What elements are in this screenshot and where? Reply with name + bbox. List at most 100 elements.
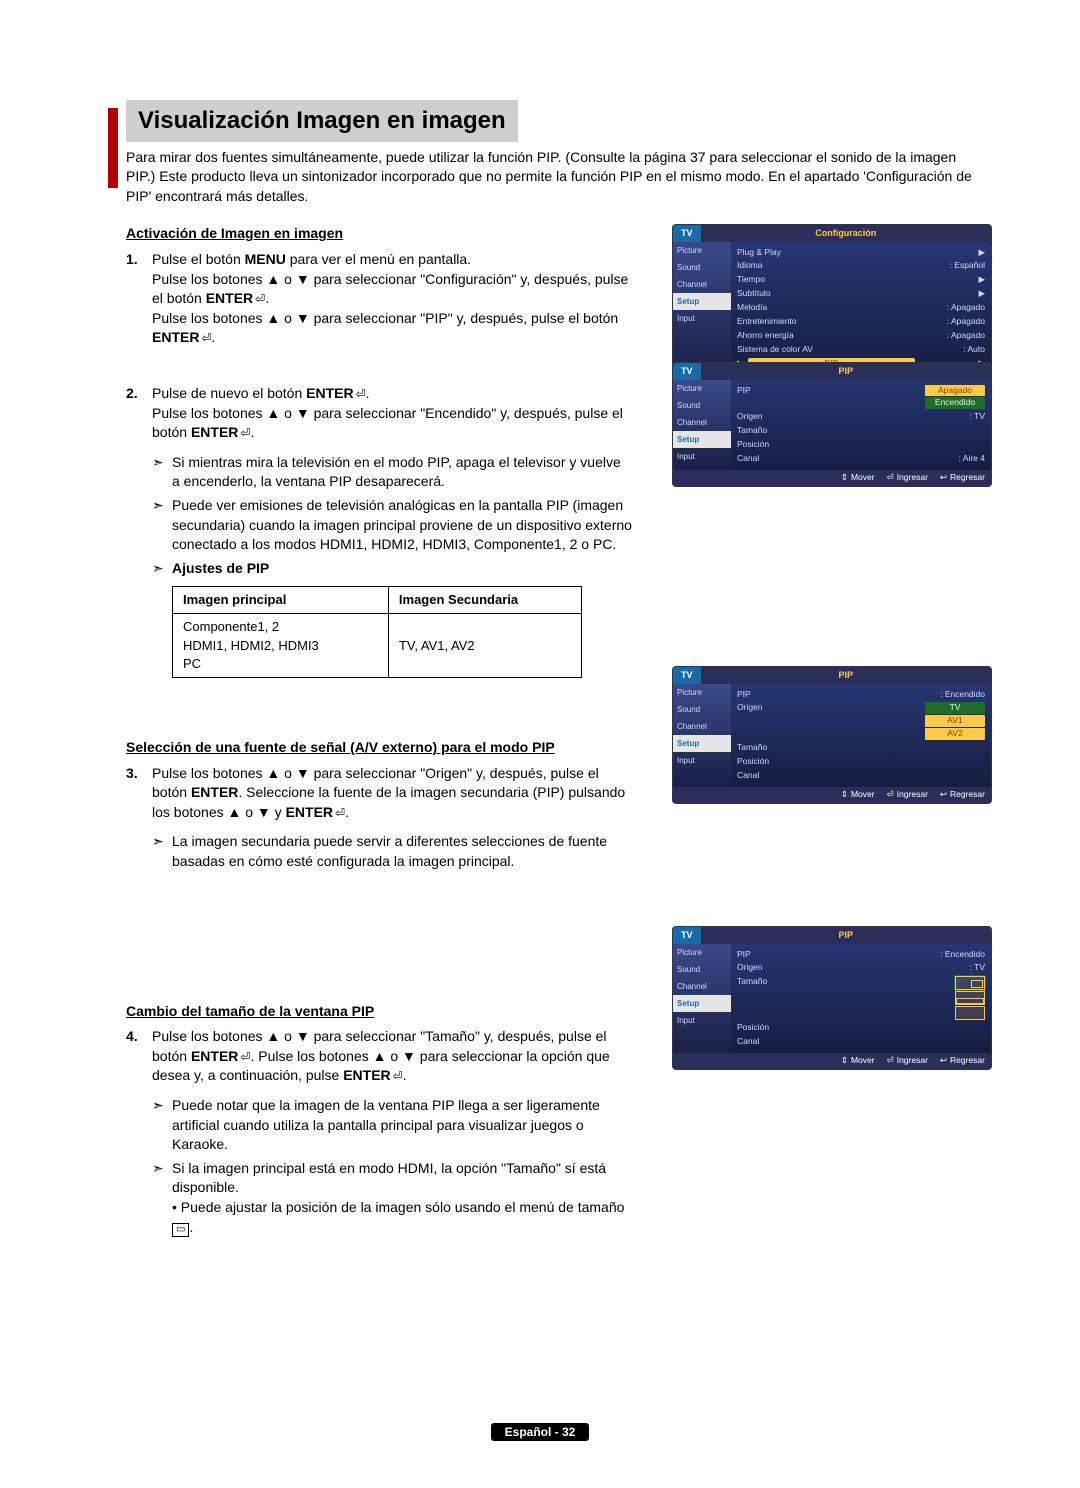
bullet-text: La imagen secundaria puede servir a dife… [172,832,632,871]
bullet: ➣ Si mientras mira la televisión en el m… [152,453,632,492]
osd-row: OrigenTVAV1AV2 [737,701,985,741]
osd-row: PIP: Encendido [737,688,985,702]
table-header: Imagen Secundaria [388,587,581,614]
osd-row: PIP: Encendido [737,948,985,962]
text: • Puede ajustar la posición de la imagen… [172,1199,624,1215]
bullet-text: Puede ver emisiones de televisión analóg… [172,496,632,555]
osd-row: Posición [737,438,985,452]
enter-label: ENTER [191,784,238,800]
osd-tv-label: TV [673,667,701,684]
osd-side-item: Channel [673,718,731,735]
osd-side-item: Setup [673,293,731,310]
osd-row: Ahorro energía: Apagado [737,329,985,343]
osd-footer-enter: Ingresar [887,789,928,801]
text: . [366,385,370,401]
pip-size-icon: ▭ [172,1223,189,1237]
osd-side-item: Channel [673,978,731,995]
bullet-arrow-icon: ➣ [152,559,172,579]
osd-title: Configuración [701,225,991,242]
osd-footer-enter: Ingresar [887,472,928,484]
enter-icon [253,290,265,306]
osd-side-item: Channel [673,276,731,293]
osd-title: PIP [701,927,991,944]
osd-footer-mover: Mover [841,789,875,801]
osd-row: Origen: TV [737,410,985,424]
enter-label: ENTER [191,424,238,440]
bullet: ➣ Puede notar que la imagen de la ventan… [152,1096,632,1155]
osd-row: Melodía: Apagado [737,301,985,315]
step-num: 3. [126,764,152,823]
enter-icon [333,804,345,820]
osd-row: Idioma: Español [737,259,985,273]
text: . [345,804,349,820]
text: Si la imagen principal está en modo HDMI… [172,1160,606,1196]
osd-row: Tamaño [737,975,985,1021]
bullet-text: Si mientras mira la televisión en el mod… [172,453,632,492]
enter-label: ENTER [343,1067,390,1083]
bullet-arrow-icon: ➣ [152,1096,172,1155]
osd-side-item: Picture [673,944,731,961]
bullet-arrow-icon: ➣ [152,496,172,555]
osd-side-item: Input [673,752,731,769]
osd-row: Posición [737,755,985,769]
enter-label: ENTER [206,290,253,306]
bullet: ➣ Si la imagen principal está en modo HD… [152,1159,632,1237]
bullet: ➣ Puede ver emisiones de televisión anal… [152,496,632,555]
osd-footer-back: Regresar [940,472,985,484]
step-num: 2. [126,384,152,443]
osd-footer-mover: Mover [841,1055,875,1067]
osd-tv-label: TV [673,363,701,380]
page-footer: Español - 32 [0,1422,1080,1442]
osd-tv-label: TV [673,225,701,242]
osd-side-item: Sound [673,961,731,978]
pip-settings-table: Imagen principal Imagen Secundaria Compo… [172,586,582,678]
text: para ver el menú en pantalla. [286,251,471,267]
osd-row: Canal: Aire 4 [737,452,985,466]
enter-label: ENTER [152,329,199,345]
text: . [265,290,269,306]
intro-text: Para mirar dos fuentes simultáneamente, … [126,148,980,207]
osd-side-item: Channel [673,414,731,431]
text: Pulse de nuevo el botón [152,385,306,401]
bullet-text: Si la imagen principal está en modo HDMI… [172,1159,632,1237]
enter-icon [238,1048,250,1064]
osd-title: PIP [701,667,991,684]
osd-row: Canal [737,769,985,783]
bullet-arrow-icon: ➣ [152,832,172,871]
bullet-text: Puede notar que la imagen de la ventana … [172,1096,632,1155]
osd-screenshot-pip-tamano: TVPIPPictureSoundChannelSetupInput PIP: E… [672,926,992,1070]
osd-side-item: Setup [673,431,731,448]
osd-side-item: Sound [673,397,731,414]
bullet-arrow-icon: ➣ [152,1159,172,1237]
osd-footer-enter: Ingresar [887,1055,928,1067]
osd-footer-back: Regresar [940,789,985,801]
osd-side-item: Input [673,448,731,465]
step-num: 4. [126,1027,152,1086]
enter-icon [238,424,250,440]
text: Pulse el botón [152,251,245,267]
osd-side-item: Picture [673,380,731,397]
osd-side-item: Setup [673,995,731,1012]
osd-row: Origen: TV [737,961,985,975]
page-title: Visualización Imagen en imagen [126,100,518,142]
step-num: 1. [126,250,152,348]
bullet: ➣ La imagen secundaria puede servir a di… [152,832,632,871]
osd-side-item: Sound [673,701,731,718]
menu-label: MENU [245,251,286,267]
osd-screenshot-pip-on: TVPIPPictureSoundChannelSetupInputPIPApa… [672,362,992,487]
text: . [250,424,254,440]
table-cell: Componente1, 2 HDMI1, HDMI2, HDMI3 PC [173,614,389,678]
bullet-arrow-icon: ➣ [152,453,172,492]
text: . [403,1067,407,1083]
enter-icon [391,1067,403,1083]
enter-label: ENTER [286,804,333,820]
osd-row: Entretenimiento: Apagado [737,315,985,329]
osd-screenshot-pip-origen: TVPIPPictureSoundChannelSetupInputPIP: E… [672,666,992,804]
osd-title: PIP [701,363,991,380]
osd-tv-label: TV [673,927,701,944]
accent-bar [108,108,118,188]
text: . [212,329,216,345]
osd-side-item: Input [673,1012,731,1029]
table-header: Imagen principal [173,587,389,614]
ajustes-pip-label: Ajustes de PIP [172,559,632,579]
